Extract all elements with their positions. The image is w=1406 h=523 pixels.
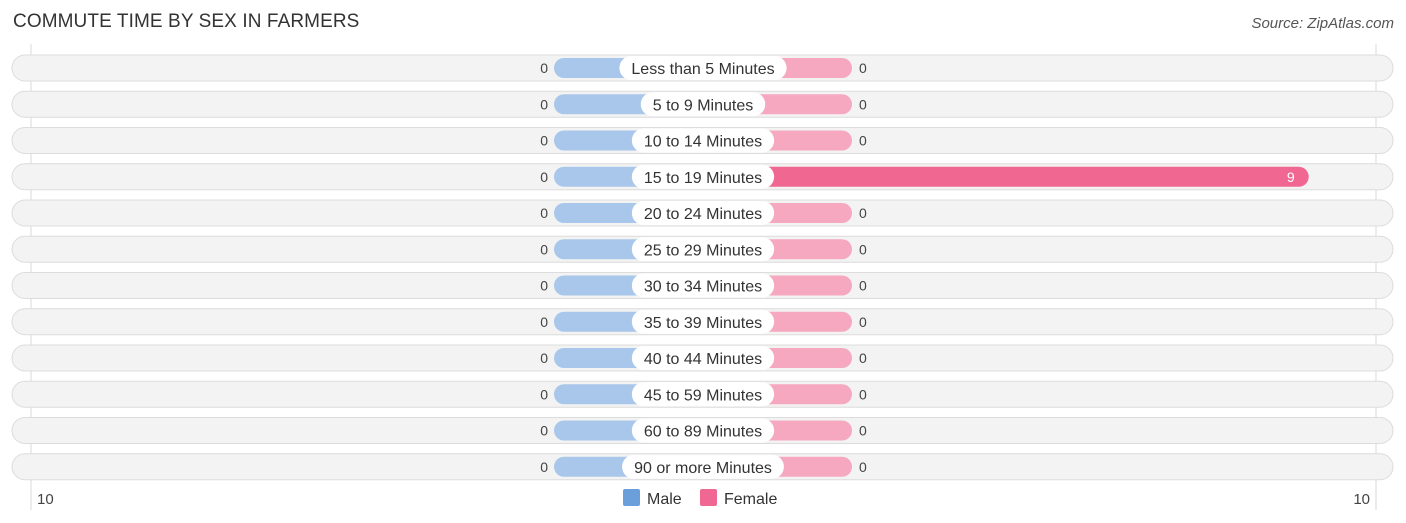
male-value-label: 0: [540, 169, 548, 185]
axis-tick-right: 10: [1353, 491, 1370, 508]
category-label: 90 or more Minutes: [634, 460, 772, 477]
female-bar: [703, 166, 1309, 187]
category-label: 15 to 19 Minutes: [644, 170, 762, 187]
male-value-label: 0: [540, 60, 548, 76]
female-value-label: 0: [859, 96, 867, 112]
female-value-label: 0: [859, 205, 867, 221]
category-label: 35 to 39 Minutes: [644, 315, 762, 332]
male-value-label: 0: [540, 241, 548, 257]
category-label: Less than 5 Minutes: [631, 61, 774, 78]
female-value-label: 0: [859, 459, 867, 475]
female-value-label: 0: [859, 350, 867, 366]
female-value-label: 0: [859, 386, 867, 402]
legend-label-male: Male: [647, 491, 682, 508]
male-value-label: 0: [540, 96, 548, 112]
chart-canvas: 0 0 Less than 5 Minutes 0 0 5 to 9 Minutes 0 0 1…: [11, 44, 1394, 510]
axis-tick-left: 10: [37, 491, 54, 508]
legend-swatch-female: [700, 489, 717, 506]
male-value-label: 0: [540, 278, 548, 294]
female-value-label: 0: [859, 278, 867, 294]
male-value-label: 0: [540, 314, 548, 330]
male-value-label: 0: [540, 459, 548, 475]
category-label: 60 to 89 Minutes: [644, 424, 762, 441]
female-value-label: 9: [1287, 169, 1295, 185]
male-value-label: 0: [540, 205, 548, 221]
category-label: 45 to 59 Minutes: [644, 387, 762, 404]
male-value-label: 0: [540, 133, 548, 149]
category-label: 10 to 14 Minutes: [644, 134, 762, 151]
category-label: 25 to 29 Minutes: [644, 242, 762, 259]
category-label: 20 to 24 Minutes: [644, 206, 762, 223]
female-value-label: 0: [859, 241, 867, 257]
female-value-label: 0: [859, 60, 867, 76]
female-value-label: 0: [859, 133, 867, 149]
male-value-label: 0: [540, 350, 548, 366]
male-value-label: 0: [540, 386, 548, 402]
female-value-label: 0: [859, 423, 867, 439]
legend-label-female: Female: [724, 491, 777, 508]
male-value-label: 0: [540, 423, 548, 439]
legend-swatch-male: [623, 489, 640, 506]
category-label: 5 to 9 Minutes: [653, 97, 754, 114]
category-label: 30 to 34 Minutes: [644, 279, 762, 296]
female-value-label: 0: [859, 314, 867, 330]
category-label: 40 to 44 Minutes: [644, 351, 762, 368]
